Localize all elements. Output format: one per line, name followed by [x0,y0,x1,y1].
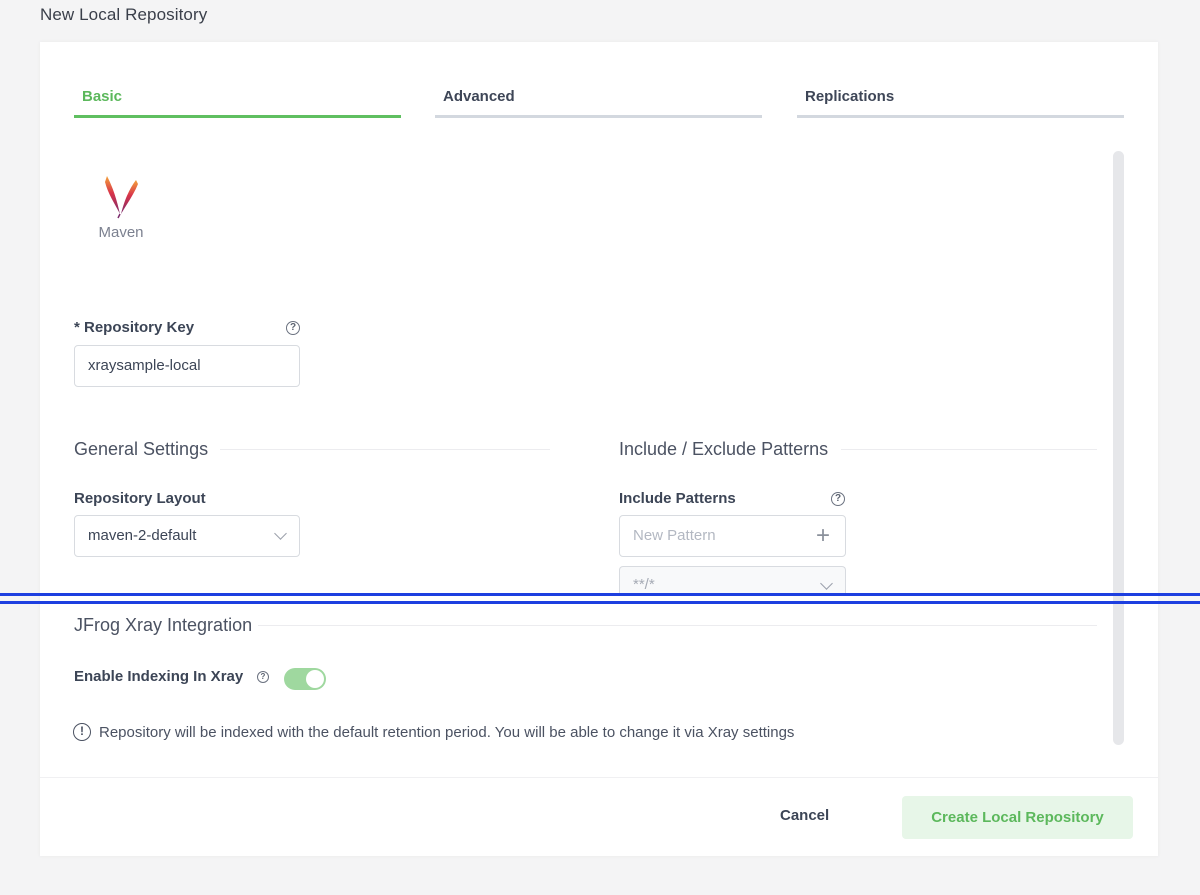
tab-advanced-label: Advanced [443,88,515,105]
tab-replications[interactable]: Replications [797,86,1124,118]
scrollbar[interactable] [1113,151,1124,745]
indexing-info-text: Repository will be indexed with the defa… [99,724,795,741]
package-type-label: Maven [98,224,144,241]
scroll-cut-line-bottom [0,601,1200,604]
patterns-title: Include / Exclude Patterns [619,439,829,459]
repository-key-help-icon[interactable]: ? [286,321,300,335]
scroll-cut-line-top [0,593,1200,596]
repository-key-label: * Repository Key [74,319,195,336]
create-local-repository-button[interactable]: Create Local Repository [902,796,1133,839]
chevron-down-icon [274,527,287,540]
general-settings-divider [220,449,550,450]
tab-basic[interactable]: Basic [74,86,401,118]
repository-key-input[interactable]: xraysample-local [74,345,300,387]
enable-indexing-help-icon[interactable]: ? [257,671,269,683]
repository-layout-label: Repository Layout [74,490,206,507]
enable-indexing-toggle[interactable] [284,668,326,690]
pattern-dropdown[interactable]: **/* [619,566,846,594]
include-patterns-label: Include Patterns [619,490,736,507]
general-settings-title: General Settings [74,439,209,459]
info-icon: ! [73,723,91,741]
cancel-button[interactable]: Cancel [780,807,829,824]
tab-replications-label: Replications [805,88,895,105]
repository-layout-value: maven-2-default [88,527,197,544]
repository-layout-select[interactable]: maven-2-default [74,515,300,557]
toggle-knob [306,670,324,688]
xray-integration-title: JFrog Xray Integration [74,615,253,635]
package-type: Maven [94,174,148,241]
include-patterns-help-icon[interactable]: ? [831,492,845,506]
footer-divider [40,777,1158,778]
maven-feather-icon [105,176,138,219]
chevron-down-icon [820,577,833,590]
patterns-divider [841,449,1097,450]
repository-form-panel: Basic Advanced Replications Maven * Repo… [0,42,1200,856]
add-pattern-icon[interactable]: + [816,524,830,548]
new-pattern-placeholder: New Pattern [633,527,716,544]
new-pattern-input[interactable]: New Pattern + [619,515,846,557]
enable-indexing-label: Enable Indexing In Xray [74,668,244,685]
tab-basic-label: Basic [82,88,123,105]
tab-advanced[interactable]: Advanced [435,86,762,118]
page-title: New Local Repository [40,5,208,24]
pattern-dropdown-value: **/* [633,576,655,593]
xray-integration-divider [258,625,1097,626]
